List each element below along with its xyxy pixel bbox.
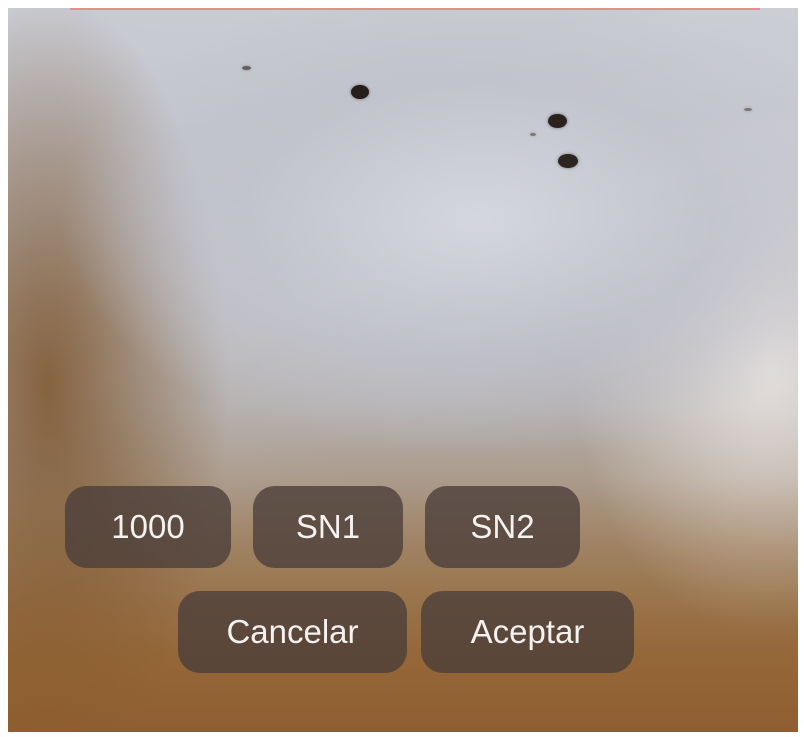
keypad-overlay: 1000 SN1 SN2 Cancelar Aceptar — [8, 8, 798, 732]
key-sn1-button[interactable]: SN1 — [253, 486, 403, 568]
key-sn2-button[interactable]: SN2 — [425, 486, 580, 568]
key-1000-button[interactable]: 1000 — [65, 486, 231, 568]
accept-button[interactable]: Aceptar — [421, 591, 634, 673]
top-accent-line — [70, 8, 760, 10]
camera-frame: 1000 SN1 SN2 Cancelar Aceptar — [8, 8, 798, 732]
cancel-button[interactable]: Cancelar — [178, 591, 407, 673]
